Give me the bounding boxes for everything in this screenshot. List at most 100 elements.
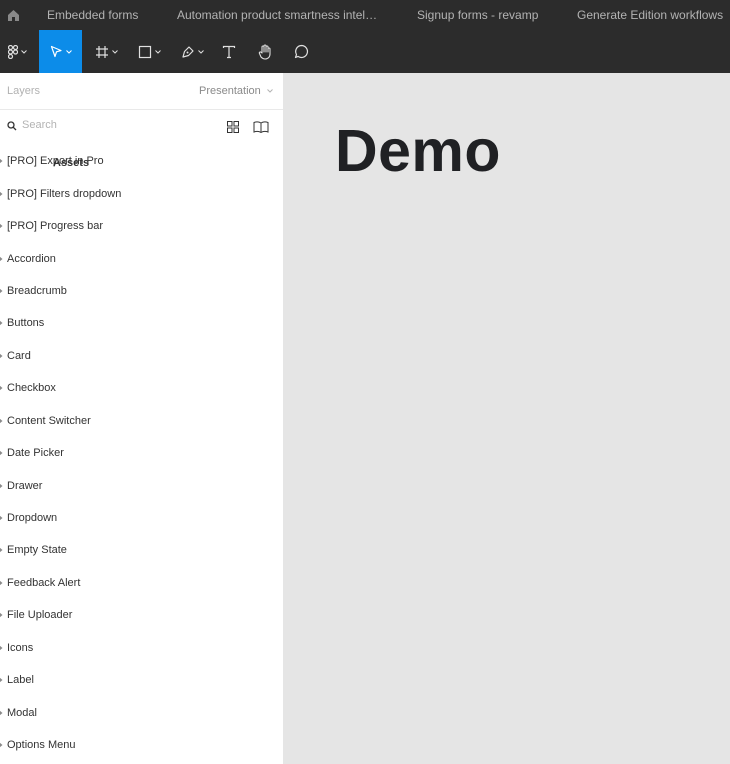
list-item[interactable]: Accordion bbox=[0, 242, 283, 274]
frame-tool-icon bbox=[95, 45, 108, 58]
chevron-right-icon[interactable] bbox=[0, 710, 3, 716]
list-item-label: Modal bbox=[7, 706, 37, 719]
list-item-label: [PRO] Filters dropdown bbox=[7, 187, 122, 200]
list-item-label: Card bbox=[7, 349, 31, 362]
chevron-right-icon[interactable] bbox=[0, 385, 3, 391]
list-item-label: Empty State bbox=[7, 544, 67, 557]
chevron-right-icon[interactable] bbox=[0, 418, 3, 424]
home-icon bbox=[7, 9, 19, 21]
chevron-right-icon[interactable] bbox=[0, 742, 3, 748]
chevron-right-icon[interactable] bbox=[0, 288, 3, 294]
list-item[interactable]: Breadcrumb bbox=[0, 275, 283, 307]
search-icon bbox=[7, 121, 17, 131]
list-item[interactable]: Content Switcher bbox=[0, 405, 283, 437]
list-item[interactable]: [PRO] Filters dropdown bbox=[0, 177, 283, 209]
home-button[interactable] bbox=[0, 0, 26, 30]
chevron-down-icon bbox=[154, 49, 161, 54]
list-item-label: Dropdown bbox=[7, 512, 58, 525]
list-item[interactable]: Drawer bbox=[0, 469, 283, 501]
list-item-label: File Uploader bbox=[7, 609, 73, 622]
asset-list: [PRO] Export in Pro [PRO] Filters dropdow… bbox=[0, 145, 283, 761]
chevron-right-icon[interactable] bbox=[0, 612, 3, 618]
list-item[interactable]: Options Menu bbox=[0, 729, 283, 761]
design-canvas[interactable]: Demo bbox=[284, 73, 730, 764]
toolbar bbox=[0, 30, 730, 73]
tab-embedded-forms[interactable]: Embedded forms bbox=[47, 0, 167, 30]
list-item[interactable]: Modal bbox=[0, 696, 283, 728]
comment-tool-icon bbox=[294, 44, 308, 59]
text-tool-icon bbox=[222, 45, 236, 58]
list-item-label: Label bbox=[7, 674, 34, 687]
rectangle-tool-icon bbox=[138, 45, 151, 58]
chevron-down-icon bbox=[197, 49, 204, 54]
list-item-label: Drawer bbox=[7, 479, 43, 492]
left-panel: Layers Assets Presentation [PRO] Export … bbox=[0, 73, 284, 764]
list-item[interactable]: Label bbox=[0, 664, 283, 696]
list-item[interactable]: Icons bbox=[0, 632, 283, 664]
main-menu-button[interactable] bbox=[0, 30, 34, 73]
list-item-label: Date Picker bbox=[7, 447, 64, 460]
search-input[interactable] bbox=[22, 119, 202, 131]
figma-menu-icon bbox=[7, 44, 18, 59]
chevron-right-icon[interactable] bbox=[0, 191, 3, 197]
file-tab-bar: Embedded forms Automation product smartn… bbox=[0, 0, 730, 30]
tab-layers[interactable]: Layers bbox=[7, 73, 40, 110]
asset-search bbox=[0, 110, 283, 145]
list-item-label: [PRO] Progress bar bbox=[7, 220, 103, 233]
chevron-right-icon[interactable] bbox=[0, 158, 3, 164]
grid-view-icon[interactable] bbox=[227, 121, 239, 133]
shape-tool-button[interactable] bbox=[131, 30, 167, 73]
list-item-label: Feedback Alert bbox=[7, 576, 81, 589]
frame-tool-button[interactable] bbox=[88, 30, 124, 73]
list-item[interactable]: Checkbox bbox=[0, 372, 283, 404]
chevron-right-icon[interactable] bbox=[0, 580, 3, 586]
tab-automation-product[interactable]: Automation product smartness intel… bbox=[177, 0, 382, 30]
hand-tool-icon bbox=[258, 43, 271, 60]
move-tool-icon bbox=[50, 45, 62, 58]
list-item[interactable]: File Uploader bbox=[0, 599, 283, 631]
list-item-label: Options Menu bbox=[7, 739, 76, 752]
chevron-right-icon[interactable] bbox=[0, 223, 3, 229]
chevron-right-icon[interactable] bbox=[0, 547, 3, 553]
chevron-right-icon[interactable] bbox=[0, 645, 3, 651]
chevron-down-icon bbox=[266, 89, 273, 93]
list-item[interactable]: Buttons bbox=[0, 307, 283, 339]
text-tool-button[interactable] bbox=[216, 30, 242, 73]
chevron-right-icon[interactable] bbox=[0, 483, 3, 489]
list-item[interactable]: Feedback Alert bbox=[0, 567, 283, 599]
chevron-right-icon[interactable] bbox=[0, 353, 3, 359]
list-item[interactable]: Empty State bbox=[0, 534, 283, 566]
comment-tool-button[interactable] bbox=[288, 30, 314, 73]
chevron-down-icon bbox=[111, 49, 118, 54]
pen-tool-button[interactable] bbox=[174, 30, 210, 73]
list-item[interactable]: [PRO] Export in Pro bbox=[0, 145, 283, 177]
move-tool-button[interactable] bbox=[39, 30, 82, 73]
list-item[interactable]: Date Picker bbox=[0, 437, 283, 469]
chevron-right-icon[interactable] bbox=[0, 256, 3, 262]
chevron-right-icon[interactable] bbox=[0, 450, 3, 456]
list-item-label: Checkbox bbox=[7, 382, 56, 395]
tab-signup-forms[interactable]: Signup forms - revamp bbox=[417, 0, 557, 30]
library-icon[interactable] bbox=[253, 121, 269, 133]
list-item-label: [PRO] Export in Pro bbox=[7, 155, 104, 168]
list-item-label: Accordion bbox=[7, 252, 56, 265]
tab-generate-edition[interactable]: Generate Edition workflows bbox=[577, 0, 730, 30]
panel-tabs: Layers Assets Presentation bbox=[0, 73, 283, 169]
chevron-right-icon[interactable] bbox=[0, 320, 3, 326]
list-item-label: Content Switcher bbox=[7, 414, 91, 427]
chevron-right-icon[interactable] bbox=[0, 515, 3, 521]
chevron-down-icon bbox=[65, 49, 72, 54]
page-selector-label: Presentation bbox=[199, 85, 261, 97]
list-item-label: Icons bbox=[7, 641, 34, 654]
list-item[interactable]: Dropdown bbox=[0, 502, 283, 534]
hand-tool-button[interactable] bbox=[252, 30, 278, 73]
chevron-right-icon[interactable] bbox=[0, 677, 3, 683]
pen-tool-icon bbox=[181, 45, 194, 58]
list-item[interactable]: [PRO] Progress bar bbox=[0, 210, 283, 242]
list-item[interactable]: Card bbox=[0, 340, 283, 372]
list-item-label: Breadcrumb bbox=[7, 284, 67, 297]
chevron-down-icon bbox=[20, 49, 27, 54]
canvas-heading-text[interactable]: Demo bbox=[335, 117, 501, 185]
list-item-label: Buttons bbox=[7, 317, 45, 330]
page-selector[interactable]: Presentation bbox=[199, 73, 273, 110]
